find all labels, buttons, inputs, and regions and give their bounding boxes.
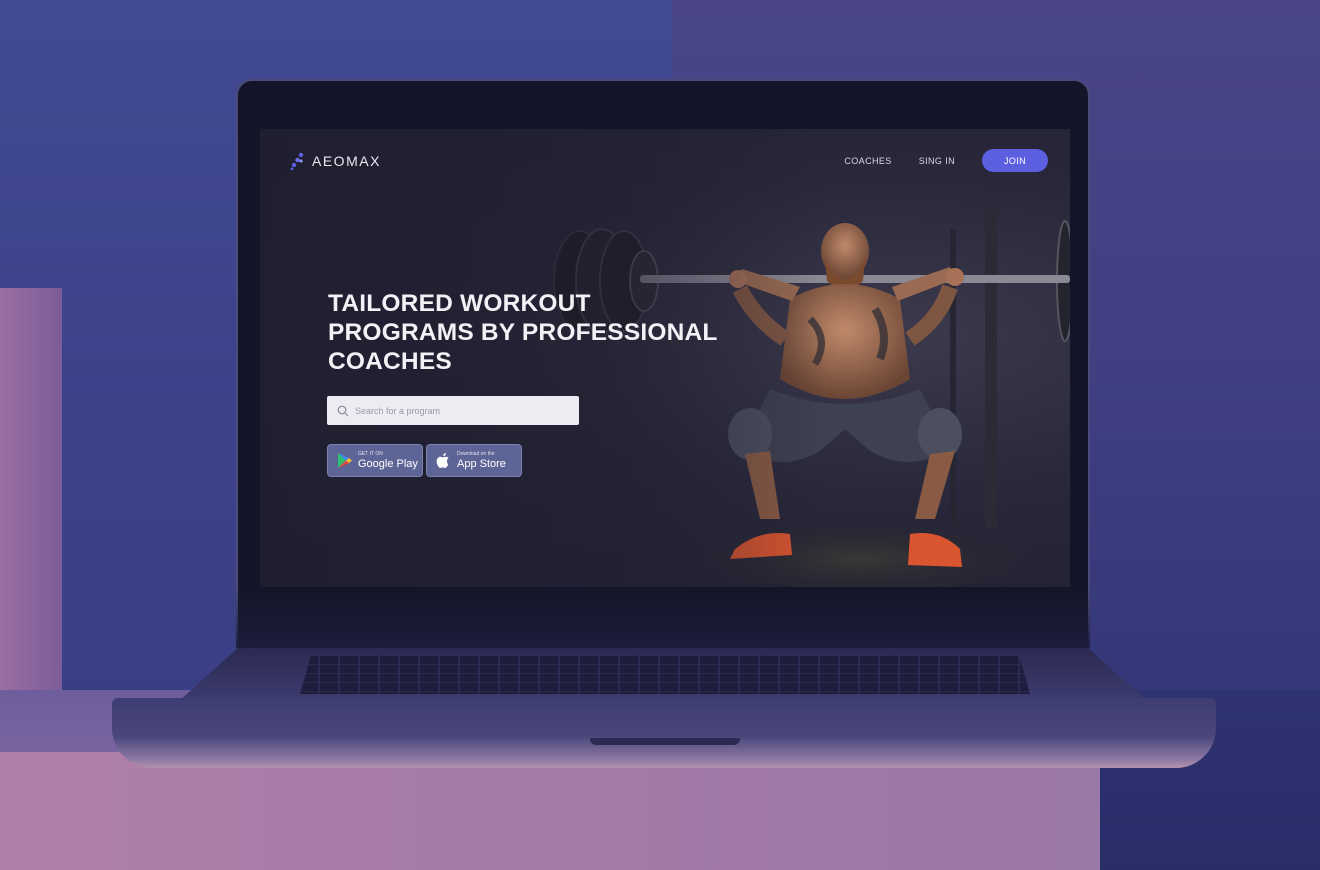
website-screen: AEOMAX COACHES SING IN JOIN TAILORED WOR… <box>260 129 1070 587</box>
nav-link-sign-in[interactable]: SING IN <box>919 156 955 166</box>
nav-link-coaches[interactable]: COACHES <box>844 156 891 166</box>
hero-headline: TAILORED WORKOUT PROGRAMS BY PROFESSIONA… <box>328 289 728 376</box>
google-play-icon <box>338 453 352 468</box>
google-play-small-label: GET IT ON <box>358 450 383 457</box>
app-store-button[interactable]: Download on the App Store <box>426 444 522 477</box>
laptop-bezel <box>236 590 1090 650</box>
laptop-notch <box>590 738 740 745</box>
app-store-small-label: Download on the <box>457 450 495 457</box>
search-input[interactable] <box>355 405 575 416</box>
headline-line-1: TAILORED WORKOUT <box>328 290 591 317</box>
laptop-base <box>112 698 1216 768</box>
shelf-front <box>0 752 1100 870</box>
program-search-box[interactable] <box>327 396 579 425</box>
join-button[interactable]: JOIN <box>982 149 1048 172</box>
search-icon <box>337 405 349 416</box>
headline-line-3: COACHES <box>328 348 452 375</box>
google-play-label: Google Play <box>358 457 418 470</box>
google-play-button[interactable]: GET IT ON Google Play <box>327 444 423 477</box>
brand-logo[interactable]: AEOMAX <box>290 151 381 171</box>
background-box <box>0 288 62 690</box>
apple-icon <box>436 453 449 468</box>
top-nav: COACHES SING IN JOIN <box>844 149 1048 172</box>
laptop-keyboard-rows <box>300 656 1030 694</box>
brand-name: AEOMAX <box>312 153 381 169</box>
brand-mark-icon <box>290 152 304 170</box>
headline-line-2: PROGRAMS BY PROFESSIONAL <box>328 319 718 346</box>
app-store-label: App Store <box>457 457 506 470</box>
